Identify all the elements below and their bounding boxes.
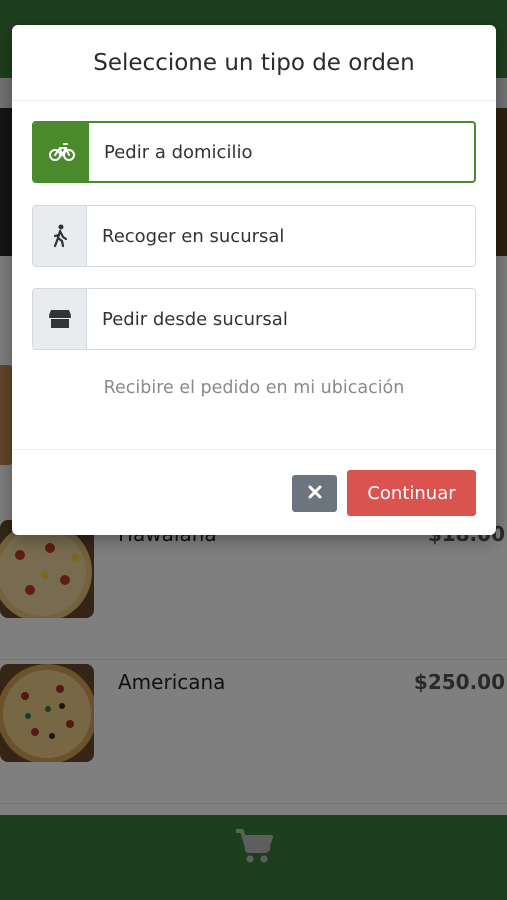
option-label: Pedir desde sucursal [102, 308, 288, 330]
option-label: Pedir a domicilio [104, 141, 253, 163]
order-type-modal: Seleccione un tipo de orden Pedir a domi… [12, 25, 496, 535]
option-delivery[interactable]: Pedir a domicilio [32, 121, 476, 183]
modal-title: Seleccione un tipo de orden [93, 49, 415, 76]
close-button[interactable] [292, 475, 337, 512]
continue-button[interactable]: Continuar [347, 470, 476, 516]
option-description: Recibire el pedido en mi ubicación [103, 378, 405, 398]
close-icon [308, 484, 322, 503]
modal-footer: Continuar [12, 449, 496, 535]
option-pickup[interactable]: Recoger en sucursal [32, 205, 476, 267]
option-in-store[interactable]: Pedir desde sucursal [32, 288, 476, 350]
modal-header: Seleccione un tipo de orden [12, 25, 496, 101]
walking-icon [33, 206, 87, 266]
store-icon [33, 289, 87, 349]
bicycle-icon [34, 123, 89, 181]
option-label: Recoger en sucursal [102, 225, 285, 247]
